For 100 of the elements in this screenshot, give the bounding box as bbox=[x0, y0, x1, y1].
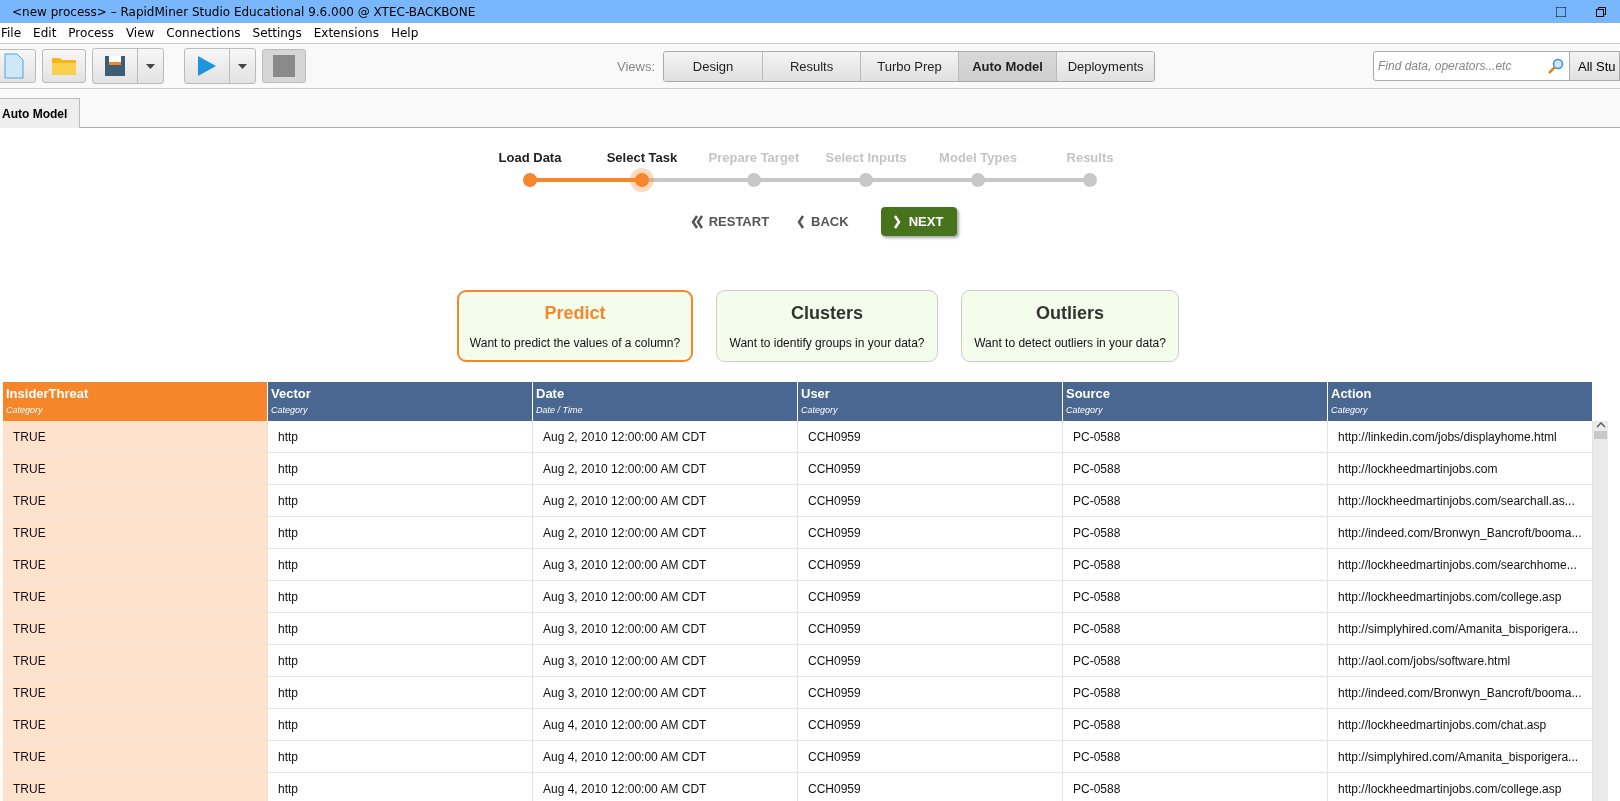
table-cell: Aug 3, 2010 12:00:00 AM CDT bbox=[533, 677, 798, 709]
table-cell: http bbox=[268, 677, 533, 709]
run-split-button[interactable] bbox=[184, 48, 256, 84]
step-label: Results bbox=[1065, 150, 1115, 165]
table-cell: Aug 2, 2010 12:00:00 AM CDT bbox=[533, 421, 798, 453]
chevron-right-icon bbox=[892, 214, 901, 229]
task-title: Clusters bbox=[791, 302, 863, 324]
table-cell: http://linkedin.com/jobs/displayhome.html bbox=[1328, 421, 1593, 453]
column-name: Vector bbox=[271, 386, 312, 401]
search-field[interactable]: Find data, operators...etc bbox=[1373, 51, 1570, 81]
table-cell: http://indeed.com/Bronwyn_Bancroft/booma... bbox=[1328, 517, 1593, 549]
table-cell: http://simplyhired.com/Amanita_bisporigera... bbox=[1328, 741, 1593, 773]
table-cell: Aug 3, 2010 12:00:00 AM CDT bbox=[533, 613, 798, 645]
step-label: Select Task bbox=[605, 150, 679, 165]
menu-item[interactable]: Help bbox=[385, 26, 426, 40]
scrollbar[interactable] bbox=[1593, 421, 1608, 801]
table-cell: CCH0959 bbox=[798, 517, 1063, 549]
table-cell: http bbox=[268, 549, 533, 581]
column-type: Date / Time bbox=[536, 405, 584, 415]
column-header[interactable]: Date Date / Time bbox=[533, 382, 798, 421]
task-card[interactable]: Clusters Want to identify groups in your data? bbox=[716, 290, 938, 362]
scroll-up-icon[interactable] bbox=[1595, 421, 1606, 429]
menu-item[interactable]: File bbox=[0, 26, 29, 40]
table-cell: CCH0959 bbox=[798, 741, 1063, 773]
column-type: Category bbox=[6, 405, 44, 415]
table-cell: TRUE bbox=[3, 421, 268, 453]
table-cell: CCH0959 bbox=[798, 677, 1063, 709]
view-tab[interactable]: Design bbox=[664, 51, 763, 81]
open-folder-button[interactable] bbox=[42, 49, 86, 83]
next-button[interactable]: NEXT bbox=[880, 207, 958, 236]
window-title: <new process> – RapidMiner Studio Educational 9.6.000 @ XTEC-BACKBONE bbox=[12, 4, 477, 19]
column-type: Category bbox=[1066, 405, 1104, 415]
table-cell: PC-0588 bbox=[1063, 549, 1328, 581]
table-cell: http://indeed.com/Bronwyn_Bancroft/booma... bbox=[1328, 677, 1593, 709]
menu-item[interactable]: Connections bbox=[161, 26, 248, 40]
stop-button[interactable] bbox=[262, 49, 306, 83]
menu-item[interactable]: View bbox=[120, 26, 162, 40]
menu-item[interactable]: Process bbox=[63, 26, 121, 40]
table-cell: TRUE bbox=[3, 453, 268, 485]
view-tab[interactable]: Deployments bbox=[1056, 51, 1155, 81]
save-split-button[interactable] bbox=[92, 48, 164, 84]
column-name: Date bbox=[536, 386, 566, 401]
menu-item[interactable]: Edit bbox=[28, 26, 64, 40]
column-header[interactable]: User Category bbox=[798, 382, 1063, 421]
table-cell: TRUE bbox=[3, 645, 268, 677]
table-cell: http://aol.com/jobs/software.html bbox=[1328, 645, 1593, 677]
task-description: Want to identify groups in your data? bbox=[729, 335, 925, 350]
table-cell: http bbox=[268, 613, 533, 645]
task-card[interactable]: Predict Want to predict the values of a column? bbox=[457, 290, 693, 362]
table-cell: http bbox=[268, 581, 533, 613]
view-tab[interactable]: Auto Model bbox=[958, 51, 1057, 81]
table-cell: Aug 3, 2010 12:00:00 AM CDT bbox=[533, 645, 798, 677]
table-cell: Aug 2, 2010 12:00:00 AM CDT bbox=[533, 453, 798, 485]
views-label: Views: bbox=[617, 58, 656, 74]
table-cell: Aug 4, 2010 12:00:00 AM CDT bbox=[533, 709, 798, 741]
table-cell: http bbox=[268, 485, 533, 517]
table-cell: TRUE bbox=[3, 773, 268, 801]
restore-icon[interactable] bbox=[1596, 6, 1606, 17]
folder-icon bbox=[51, 56, 77, 76]
table-cell: http://lockheedmartinjobs.com/searchhome... bbox=[1328, 549, 1593, 581]
table-cell: PC-0588 bbox=[1063, 517, 1328, 549]
caret-icon bbox=[146, 63, 155, 69]
table-cell: PC-0588 bbox=[1063, 581, 1328, 613]
table-cell: http bbox=[268, 421, 533, 453]
column-header[interactable]: Action Category bbox=[1328, 382, 1593, 421]
column-name: Action bbox=[1331, 386, 1373, 401]
column-header[interactable]: Source Category bbox=[1063, 382, 1328, 421]
table-cell: http bbox=[268, 645, 533, 677]
restart-button[interactable]: RESTART bbox=[690, 214, 770, 229]
column-header[interactable]: Vector Category bbox=[268, 382, 533, 421]
table-cell: PC-0588 bbox=[1063, 613, 1328, 645]
step-label: Load Data bbox=[497, 150, 563, 165]
column-type: Category bbox=[801, 405, 839, 415]
menu-item[interactable]: Extensions bbox=[308, 26, 386, 40]
table-cell: TRUE bbox=[3, 517, 268, 549]
view-tab[interactable]: Results bbox=[762, 51, 861, 81]
table-cell: http://lockheedmartinjobs.com/searchall.as... bbox=[1328, 485, 1593, 517]
panel-tab[interactable]: Auto Model bbox=[0, 98, 80, 128]
table-cell: http bbox=[268, 453, 533, 485]
scope-dropdown[interactable]: All Stu bbox=[1570, 51, 1620, 81]
task-title: Predict bbox=[544, 302, 606, 324]
table-cell: Aug 3, 2010 12:00:00 AM CDT bbox=[533, 581, 798, 613]
new-file-button[interactable] bbox=[0, 49, 36, 83]
table-cell: http bbox=[268, 517, 533, 549]
table-cell: CCH0959 bbox=[798, 709, 1063, 741]
scrollbar-thumb[interactable] bbox=[1594, 431, 1607, 439]
table-cell: TRUE bbox=[3, 613, 268, 645]
table-cell: http://simplyhired.com/Amanita_bisporigera... bbox=[1328, 613, 1593, 645]
search-icon[interactable] bbox=[1548, 58, 1564, 74]
table-cell: CCH0959 bbox=[798, 485, 1063, 517]
task-card[interactable]: Outliers Want to detect outliers in your data? bbox=[961, 290, 1179, 362]
chevron-left-icon bbox=[797, 214, 806, 229]
table-cell: PC-0588 bbox=[1063, 709, 1328, 741]
table-cell: PC-0588 bbox=[1063, 421, 1328, 453]
back-button[interactable]: BACK bbox=[797, 214, 849, 229]
stop-icon bbox=[273, 55, 295, 77]
view-tab[interactable]: Turbo Prep bbox=[860, 51, 959, 81]
table-cell: CCH0959 bbox=[798, 645, 1063, 677]
table-cell: CCH0959 bbox=[798, 421, 1063, 453]
menu-item[interactable]: Settings bbox=[247, 26, 309, 40]
